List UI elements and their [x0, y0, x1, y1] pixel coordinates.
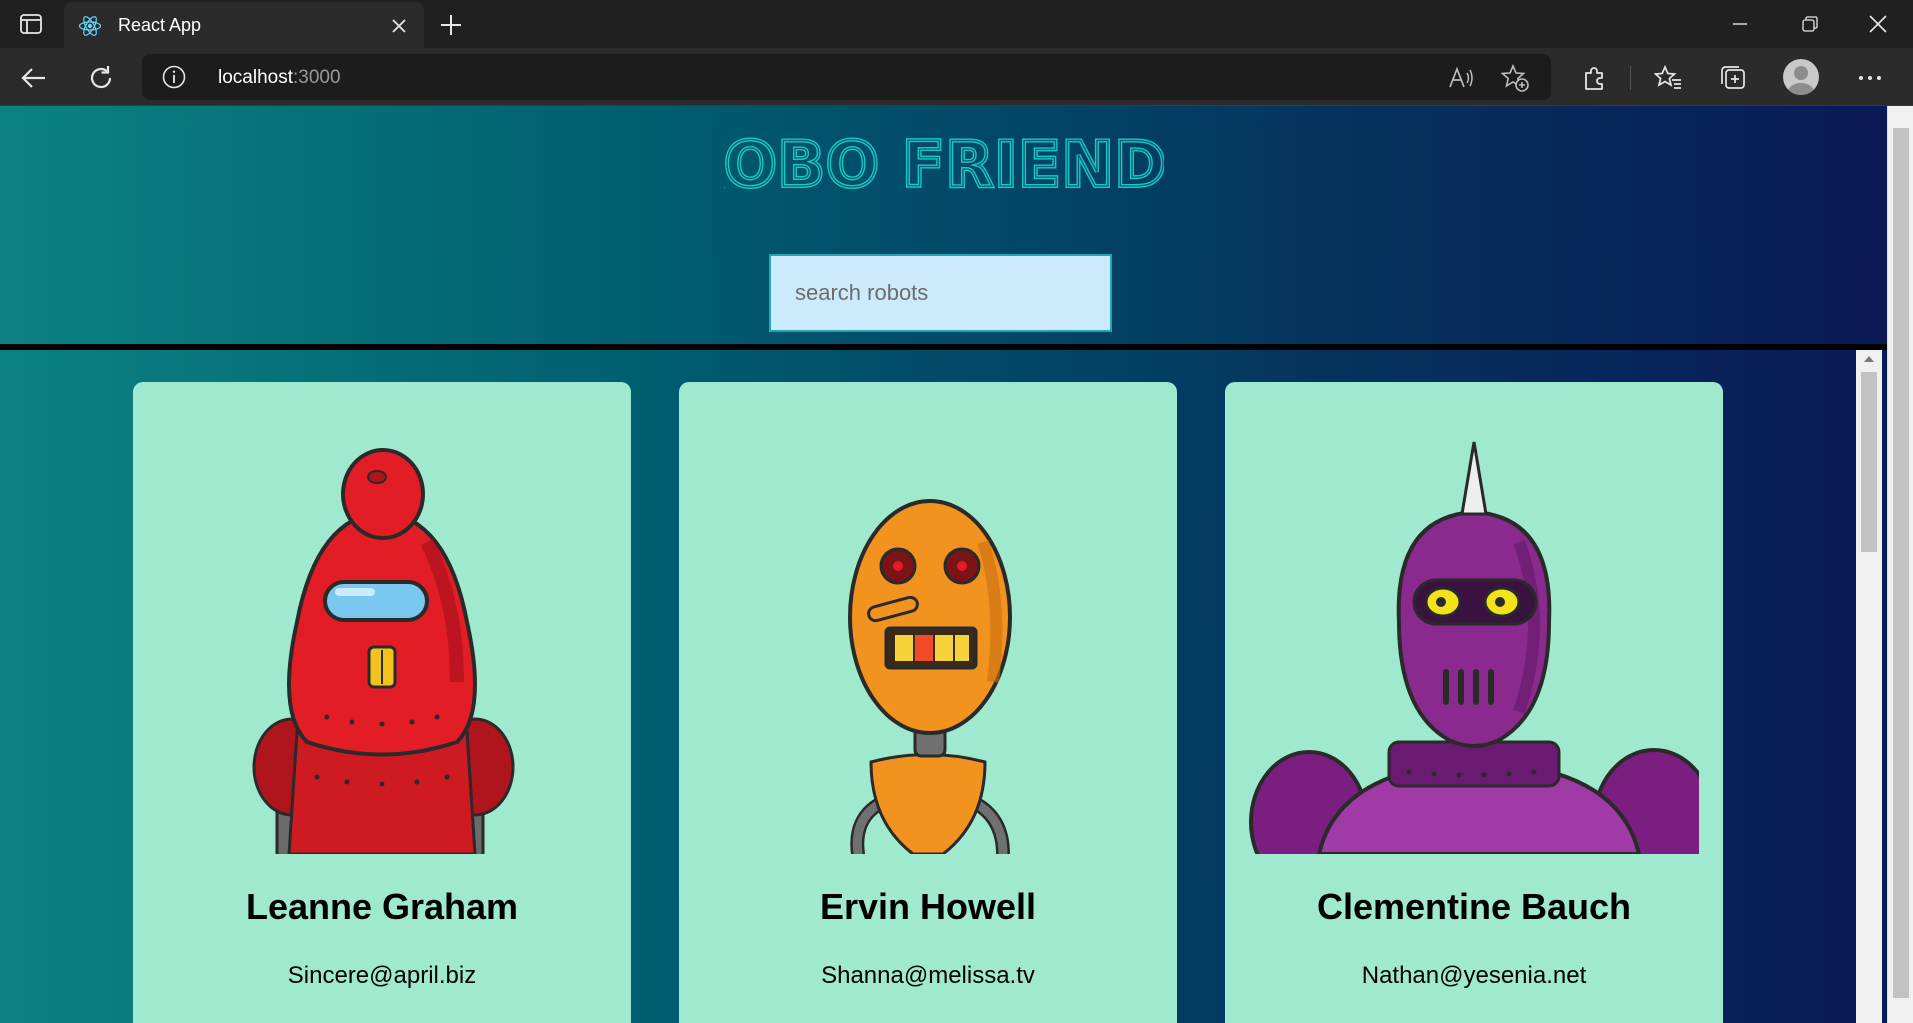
robot-avatar	[703, 422, 1153, 854]
close-window-icon[interactable]	[1856, 8, 1900, 40]
read-aloud-icon[interactable]	[1446, 63, 1476, 93]
page-scroll-thumb[interactable]	[1893, 128, 1909, 998]
scroll-up-icon[interactable]	[1864, 356, 1874, 362]
robot-name: Ervin Howell	[819, 886, 1037, 927]
add-favorite-icon[interactable]	[1500, 63, 1530, 93]
puzzle-icon[interactable]	[1576, 60, 1612, 96]
restore-icon[interactable]	[1788, 8, 1832, 40]
url-port: :3000	[293, 67, 341, 88]
robot-email: Sincere@april.biz	[287, 962, 477, 989]
tab-strip: React App	[0, 0, 1913, 48]
card-list: Leanne Graham Sincere@april.biz Ervin Ho…	[0, 350, 1887, 1023]
robot-email: Shanna@melissa.tv	[821, 962, 1035, 989]
back-arrow-icon[interactable]	[16, 60, 52, 96]
url-text[interactable]: localhost:3000	[218, 67, 341, 89]
app-header: ROBO FRIENDS ROBO FRIENDS	[0, 106, 1887, 347]
react-logo-icon	[78, 14, 102, 38]
page-viewport: ROBO FRIENDS ROBO FRIENDS	[0, 106, 1913, 1023]
card-list-scroll-thumb[interactable]	[1861, 372, 1877, 552]
robot-avatar	[157, 422, 607, 854]
page-scrollbar[interactable]	[1887, 106, 1913, 1023]
refresh-icon[interactable]	[83, 60, 119, 96]
toolbar-divider	[1630, 66, 1631, 90]
plus-icon[interactable]	[436, 10, 466, 40]
browser-tab-active[interactable]: React App	[64, 2, 424, 48]
url-host: localhost	[218, 67, 293, 88]
robofriends-app: ROBO FRIENDS ROBO FRIENDS	[0, 106, 1887, 1023]
tab-actions-icon[interactable]	[14, 12, 48, 36]
close-icon[interactable]	[386, 13, 412, 39]
logo-text-inline: ROBO FRIENDS	[724, 130, 1164, 200]
robot-email: Nathan@yesenia.net	[1361, 962, 1587, 989]
browser-toolbar: localhost:3000	[0, 48, 1913, 106]
info-icon[interactable]	[162, 65, 186, 89]
card-list-scrollbar[interactable]	[1856, 350, 1882, 1023]
more-icon[interactable]	[1852, 60, 1888, 96]
minimize-icon[interactable]	[1718, 8, 1762, 40]
robot-card[interactable]: Ervin Howell Shanna@melissa.tv	[679, 382, 1177, 1023]
favorites-icon[interactable]	[1650, 60, 1686, 96]
search-input[interactable]	[769, 254, 1112, 332]
collections-icon[interactable]	[1715, 60, 1751, 96]
robot-card[interactable]: Clementine Bauch Nathan@yesenia.net	[1225, 382, 1723, 1023]
robot-name: Clementine Bauch	[1316, 886, 1632, 927]
robot-name: Leanne Graham	[245, 886, 519, 927]
app-logo: ROBO FRIENDS ROBO FRIENDS	[0, 130, 1887, 205]
robot-avatar	[1249, 422, 1699, 854]
address-bar[interactable]: localhost:3000	[142, 54, 1551, 100]
robot-card[interactable]: Leanne Graham Sincere@april.biz	[133, 382, 631, 1023]
tab-title: React App	[118, 15, 202, 35]
profile-icon[interactable]	[1783, 59, 1819, 95]
